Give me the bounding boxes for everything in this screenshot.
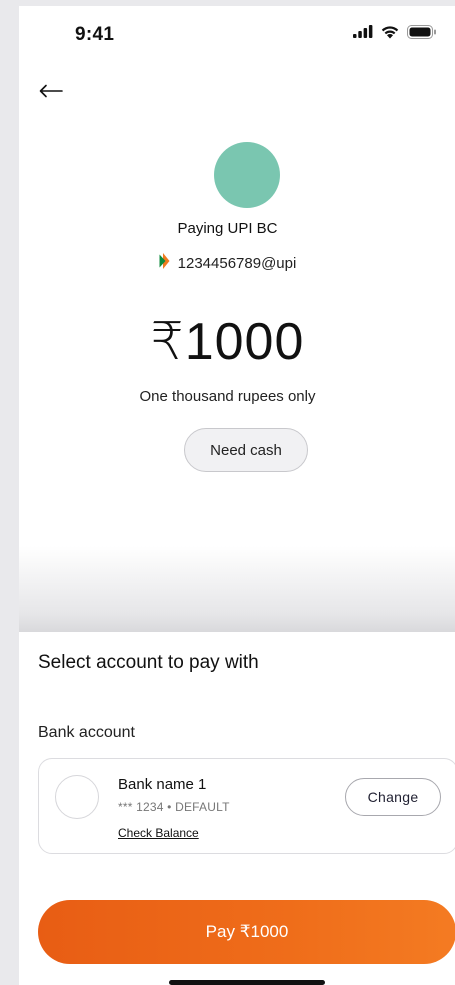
amount-value: 1000 <box>184 313 305 371</box>
status-bar: 9:41 <box>19 6 455 62</box>
check-balance-link[interactable]: Check Balance <box>118 826 199 840</box>
signal-icon <box>353 25 373 43</box>
currency-symbol: ₹ <box>150 313 185 371</box>
bank-name: Bank name 1 <box>118 776 207 793</box>
arrow-left-icon <box>39 84 63 103</box>
amount-in-words: One thousand rupees only <box>139 388 316 405</box>
payee-name: Paying UPI BC <box>177 220 278 237</box>
home-indicator <box>169 980 325 985</box>
payee-upi-id: 1234456789@upi <box>177 254 297 272</box>
wifi-icon <box>380 24 400 44</box>
bank-account-masked: *** 1234 • DEFAULT <box>118 800 230 814</box>
pay-button[interactable]: Pay ₹1000 <box>38 900 455 964</box>
payee-avatar <box>214 142 280 208</box>
payment-amount: ₹1000 <box>19 312 455 372</box>
sheet-title: Select account to pay with <box>38 652 259 673</box>
battery-icon <box>407 24 437 44</box>
upi-logo-icon <box>159 253 170 273</box>
bank-logo <box>55 775 99 819</box>
status-icons <box>353 24 437 44</box>
bank-account-card[interactable]: Bank name 1 *** 1234 • DEFAULT Check Bal… <box>38 758 455 854</box>
need-cash-button[interactable]: Need cash <box>184 428 308 472</box>
sheet-shadow <box>19 546 455 636</box>
status-time: 9:41 <box>75 24 115 45</box>
back-button[interactable] <box>38 82 64 104</box>
account-selection-sheet: Select account to pay with Bank account … <box>19 632 455 985</box>
payee-upi-row: 1234456789@upi <box>19 253 455 273</box>
phone-screen: 9:41 Paying UPI BC 1234456789@upi ₹1000 … <box>19 6 455 985</box>
bank-account-label: Bank account <box>38 724 135 741</box>
change-account-button[interactable]: Change <box>345 778 441 816</box>
